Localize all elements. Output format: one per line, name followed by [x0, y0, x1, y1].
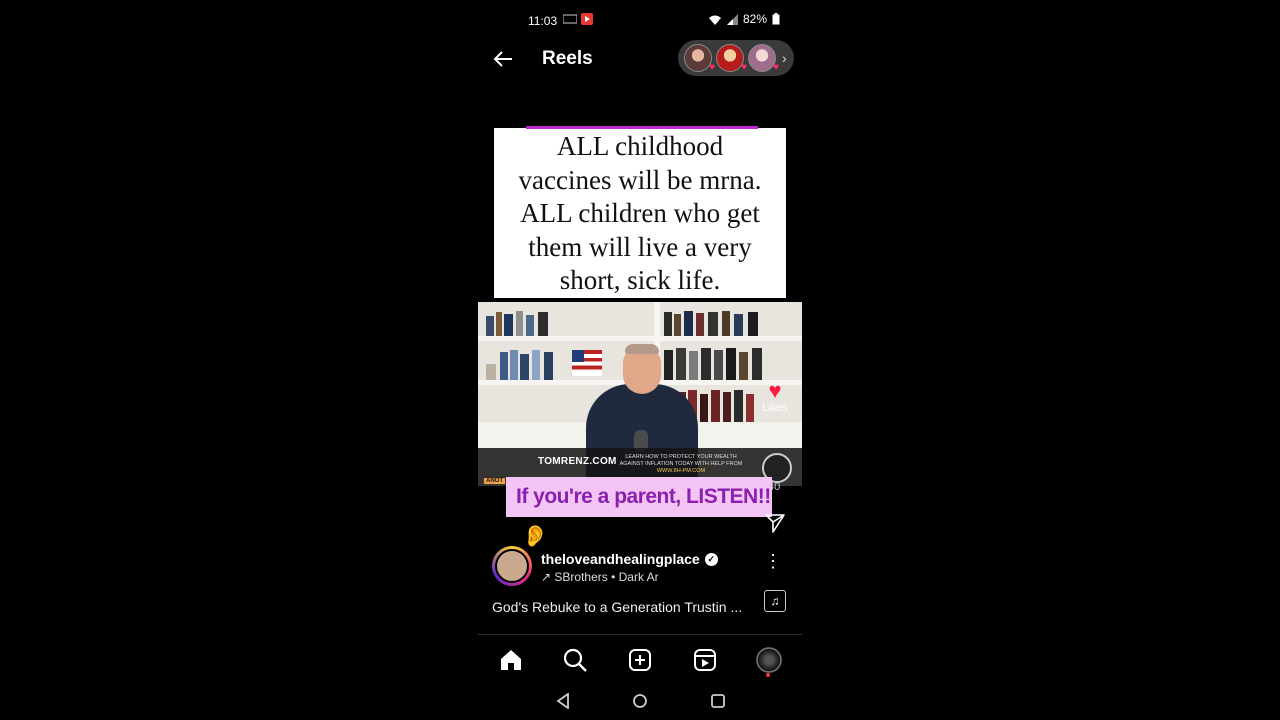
battery-percent: 82% — [742, 12, 767, 26]
nav-recents-icon[interactable] — [710, 693, 726, 709]
caption-line: ALL childhood — [556, 131, 724, 161]
caption-line: vaccines will be mrna. — [518, 164, 762, 195]
author-avatar[interactable] — [492, 546, 532, 586]
reel-description[interactable]: God's Rebuke to a Generation Trustin ... — [492, 599, 742, 615]
books-row — [486, 346, 566, 380]
signal-icon — [726, 13, 738, 25]
books-row — [486, 310, 552, 336]
story-avatar-3[interactable]: ♥ — [748, 44, 779, 73]
likes-label: Likes — [762, 402, 788, 414]
notification-dot — [766, 673, 770, 677]
banner-tagline-2: AGAINST INFLATION TODAY WITH HELP FROM — [619, 461, 743, 467]
arrow-up-right-icon: ↗ — [541, 570, 552, 584]
heart-icon[interactable]: ♥ — [760, 380, 790, 402]
music-note-icon[interactable]: ♫ — [764, 590, 786, 612]
notification-icon — [563, 14, 577, 24]
status-notification-icons — [563, 13, 593, 25]
wifi-icon — [708, 15, 721, 25]
nav-back-icon[interactable] — [556, 693, 570, 709]
banner-tagline-1: LEARN HOW TO PROTECT YOUR WEALTH — [625, 454, 737, 460]
heart-icon: ♥ — [773, 62, 779, 73]
reel-caption-box: ALL childhood vaccines will be mrna. ALL… — [494, 126, 786, 298]
caption-line: them will live a very — [528, 231, 752, 262]
story-avatar-2[interactable]: ♥ — [716, 44, 747, 73]
search-icon[interactable] — [562, 647, 588, 673]
audio-name: SBrothers • Dark Ar — [554, 570, 659, 584]
speaker-hair — [625, 344, 659, 354]
caption-line: short, sick life. — [559, 265, 721, 295]
reels-header: Reels ♥ ♥ ♥ › — [478, 40, 802, 80]
story-avatar-1[interactable]: ♥ — [684, 44, 715, 73]
phone-screen: 11:03 82% Reels ♥ ♥ ♥ › ALL childhood va… — [478, 0, 802, 720]
reel-sticker-text: If you're a parent, LISTEN!!👂 — [506, 477, 772, 548]
audio-attribution[interactable]: ↗ SBrothers • Dark Ar — [541, 570, 659, 584]
flag — [572, 350, 602, 376]
sticker-text: If you're a parent, LISTEN!! — [516, 485, 771, 508]
home-icon[interactable] — [498, 647, 524, 673]
banner-badge: ANOT — [484, 478, 505, 484]
back-arrow-icon[interactable] — [492, 48, 514, 70]
verified-badge-icon: ✓ — [704, 552, 718, 566]
status-bar: 11:03 82% — [478, 0, 802, 40]
likes-overlay[interactable]: ♥ Likes — [760, 380, 790, 415]
banner-tagline: LEARN HOW TO PROTECT YOUR WEALTH AGAINST… — [616, 454, 746, 475]
author-username[interactable]: theloveandhealingplace ✓ — [541, 551, 718, 567]
send-icon[interactable] — [764, 512, 786, 534]
reel-info: theloveandhealingplace ✓ ↗ SBrothers • D… — [478, 544, 802, 624]
heart-icon: ♥ — [741, 62, 747, 73]
username-text: theloveandhealingplace — [541, 551, 700, 567]
create-post-icon[interactable] — [627, 647, 653, 673]
heart-icon: ♥ — [709, 62, 715, 73]
more-options-icon[interactable]: ⋮ — [764, 552, 782, 570]
banner-url: WWW.8H-PM.COM — [656, 468, 706, 474]
stories-tray[interactable]: ♥ ♥ ♥ › — [678, 40, 794, 76]
nav-home-icon[interactable] — [632, 693, 648, 709]
books-row — [664, 310, 794, 336]
bottom-tab-bar — [478, 634, 802, 685]
caption-accent-bar — [526, 126, 758, 129]
page-title: Reels — [542, 48, 593, 69]
battery-icon — [772, 13, 780, 25]
status-time: 11:03 — [528, 14, 558, 28]
shelf — [478, 336, 802, 341]
system-nav-bar — [478, 684, 802, 720]
books-row — [664, 346, 794, 380]
profile-avatar-icon[interactable] — [756, 647, 782, 673]
chevron-right-icon: › — [782, 50, 787, 66]
youtube-icon — [581, 13, 593, 25]
reels-icon[interactable] — [692, 647, 718, 673]
caption-line: ALL children who get — [520, 198, 760, 228]
video-frame: TOMRENZ.COM LEARN HOW TO PROTECT YOUR WE… — [478, 302, 802, 486]
avatar-image — [495, 549, 529, 583]
banner-site: TOMRENZ.COM — [538, 456, 617, 467]
status-right: 82% — [708, 12, 780, 26]
